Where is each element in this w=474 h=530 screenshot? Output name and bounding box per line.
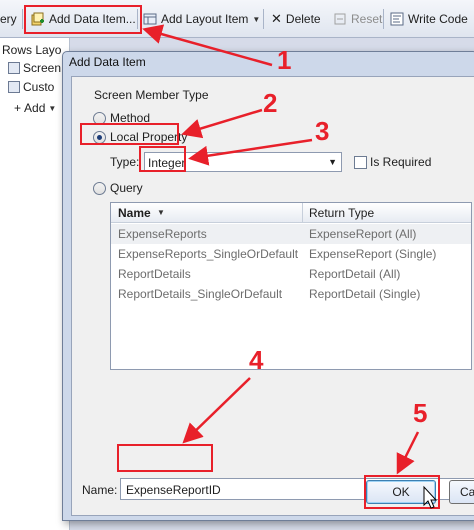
cell-name: ReportDetails xyxy=(118,267,191,281)
cell-name: ExpenseReports xyxy=(118,227,207,241)
grid-header-name[interactable]: Name xyxy=(118,206,151,220)
annotation-number-2: 2 xyxy=(263,88,278,118)
toolbar-separator xyxy=(383,9,384,29)
grid-header-return-type[interactable]: Return Type xyxy=(309,206,374,220)
query-button[interactable]: ery xyxy=(0,8,17,30)
toolbar-separator xyxy=(263,9,264,29)
cell-return-type: ReportDetail (Single) xyxy=(309,287,421,301)
customer-icon xyxy=(8,81,20,93)
highlight-name-input xyxy=(117,444,213,472)
write-code-button[interactable]: Write Code xyxy=(390,8,468,30)
delete-label: Delete xyxy=(285,12,321,26)
column-separator[interactable] xyxy=(302,203,303,223)
cancel-button-label: Ca xyxy=(460,485,474,499)
is-required-checkbox[interactable] xyxy=(354,156,367,169)
add-layout-item-icon xyxy=(143,12,157,26)
cell-name: ExpenseReports_SingleOrDefault xyxy=(118,247,299,261)
highlight-local-property xyxy=(80,123,179,145)
sort-arrow-icon: ▼ xyxy=(157,208,165,217)
cell-return-type: ReportDetail (All) xyxy=(309,267,401,281)
chevron-down-icon: ▼ xyxy=(48,103,57,113)
query-button-label: ery xyxy=(0,12,17,26)
member-type-group-label: Screen Member Type xyxy=(94,88,209,102)
tree-item-label: Custo xyxy=(23,80,55,94)
annotation-number-1: 1 xyxy=(277,45,292,75)
query-grid: Name ▼ Return Type ExpenseReports Expens… xyxy=(110,202,472,370)
dropdown-arrow-icon: ▼ xyxy=(328,157,337,167)
grid-header: Name ▼ Return Type xyxy=(111,203,471,223)
annotation-number-4: 4 xyxy=(249,345,264,375)
tree-item-customer[interactable]: Custo xyxy=(8,79,54,95)
is-required-label: Is Required xyxy=(370,155,432,169)
delete-icon: ✕ xyxy=(271,11,282,26)
chevron-down-icon: ▼ xyxy=(252,14,261,24)
cell-return-type: ExpenseReport (Single) xyxy=(309,247,437,261)
cell-name: ReportDetails_SingleOrDefault xyxy=(118,287,283,301)
reset-label: Reset xyxy=(351,12,383,26)
dialog-title: Add Data Item xyxy=(69,55,146,69)
tree-add-button[interactable]: + Add ▼ xyxy=(14,100,56,116)
table-row[interactable]: ExpenseReports ExpenseReport (All) xyxy=(111,224,471,244)
highlight-type-value xyxy=(139,146,186,172)
table-row[interactable]: ExpenseReports_SingleOrDefault ExpenseRe… xyxy=(111,244,471,264)
add-layout-item-button[interactable]: Add Layout Item ▼ xyxy=(143,8,260,30)
screen-icon xyxy=(8,62,20,74)
screen-tree-panel: Rows Layo Screen Custo + Add ▼ xyxy=(0,38,70,530)
add-layout-item-label: Add Layout Item xyxy=(161,12,249,26)
reset-button[interactable]: Reset xyxy=(333,8,382,30)
tree-add-label: Add xyxy=(24,101,46,115)
reset-icon xyxy=(333,12,347,26)
annotation-number-3: 3 xyxy=(315,116,330,146)
delete-button[interactable]: ✕ Delete xyxy=(271,8,321,30)
name-label: Name: xyxy=(82,483,118,497)
tree-item-label: Screen xyxy=(23,61,62,75)
query-label: Query xyxy=(110,181,143,195)
highlight-ok-button xyxy=(364,475,440,509)
cancel-button[interactable]: Ca xyxy=(449,480,474,504)
plus-icon: + xyxy=(14,101,22,115)
type-label: Type: xyxy=(110,155,140,169)
toolbar-separator xyxy=(22,9,23,29)
tree-item-rows-layout[interactable]: Rows Layo xyxy=(2,42,61,58)
write-code-label: Write Code xyxy=(408,12,468,26)
query-radio[interactable] xyxy=(93,182,106,195)
write-code-icon xyxy=(390,12,404,26)
name-input-value: ExpenseReportID xyxy=(126,483,221,497)
table-row[interactable]: ReportDetails ReportDetail (All) xyxy=(111,264,471,284)
highlight-add-data-item xyxy=(24,5,142,34)
cell-return-type: ExpenseReport (All) xyxy=(309,227,417,241)
table-row[interactable]: ReportDetails_SingleOrDefault ReportDeta… xyxy=(111,284,471,304)
tree-item-screen[interactable]: Screen xyxy=(8,60,61,76)
tree-item-label: Rows Layo xyxy=(2,43,62,57)
annotation-number-5: 5 xyxy=(413,398,428,428)
